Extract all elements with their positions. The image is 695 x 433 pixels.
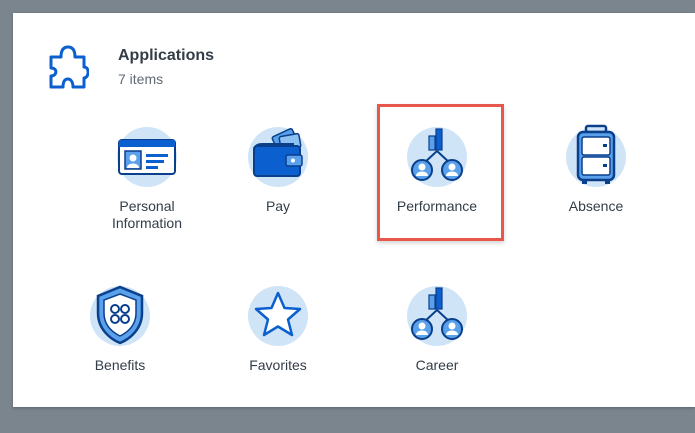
app-tile-career[interactable]: Career [375,283,499,374]
shield-icon [90,285,150,346]
app-label: Personal Information [111,198,183,231]
career-chart-icon [407,286,467,346]
app-label: Absence [568,198,624,214]
app-tile-performance[interactable]: Performance [375,124,499,215]
app-tile-absence[interactable]: Absence [534,124,658,215]
page-title: Applications [118,47,215,64]
app-label: Performance [396,198,478,214]
applications-panel: Applications 7 items Personal Informatio… [13,13,695,407]
performance-chart-icon [407,127,467,187]
app-label: Pay [265,198,291,214]
app-tile-personal-information[interactable]: Personal Information [85,124,209,232]
item-count: 7 items [118,71,164,87]
suitcase-icon [566,124,626,187]
wallet-icon [248,127,308,187]
app-tile-benefits[interactable]: Benefits [58,283,182,374]
app-label: Benefits [94,357,146,373]
app-tile-pay[interactable]: Pay [216,124,340,215]
app-tile-favorites[interactable]: Favorites [216,283,340,374]
id-card-icon [117,127,177,187]
app-label: Favorites [249,357,307,373]
app-label: Career [415,357,459,373]
puzzle-icon [49,45,89,89]
star-icon [248,286,308,346]
